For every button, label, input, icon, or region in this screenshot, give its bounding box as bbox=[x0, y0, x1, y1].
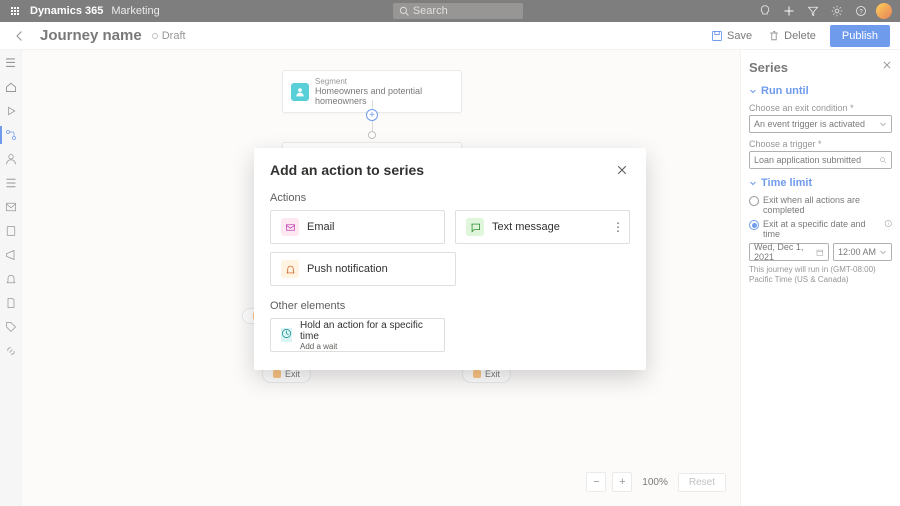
action-email-card[interactable]: Email bbox=[270, 210, 445, 244]
action-text-label: Text message bbox=[492, 221, 560, 233]
hold-action-card[interactable]: Hold an action for a specific time Add a… bbox=[270, 318, 445, 352]
close-modal-button[interactable] bbox=[614, 162, 630, 178]
modal-overlay: Add an action to series Actions Email Te… bbox=[0, 0, 900, 506]
other-elements-label: Other elements bbox=[270, 300, 630, 312]
hold-action-label: Hold an action for a specific time bbox=[300, 320, 434, 342]
modal-title: Add an action to series bbox=[270, 162, 424, 178]
action-email-label: Email bbox=[307, 221, 335, 233]
add-action-modal: Add an action to series Actions Email Te… bbox=[254, 148, 646, 370]
hold-action-sublabel: Add a wait bbox=[300, 342, 434, 351]
action-push-label: Push notification bbox=[307, 263, 388, 275]
bell-icon bbox=[281, 260, 299, 278]
action-text-card[interactable]: Text message ⋮ bbox=[455, 210, 630, 244]
action-push-card[interactable]: Push notification bbox=[270, 252, 456, 286]
chat-icon bbox=[466, 218, 484, 236]
mail-icon bbox=[281, 218, 299, 236]
clock-icon bbox=[281, 328, 292, 342]
actions-section-label: Actions bbox=[270, 192, 630, 204]
more-icon[interactable]: ⋮ bbox=[612, 220, 623, 234]
